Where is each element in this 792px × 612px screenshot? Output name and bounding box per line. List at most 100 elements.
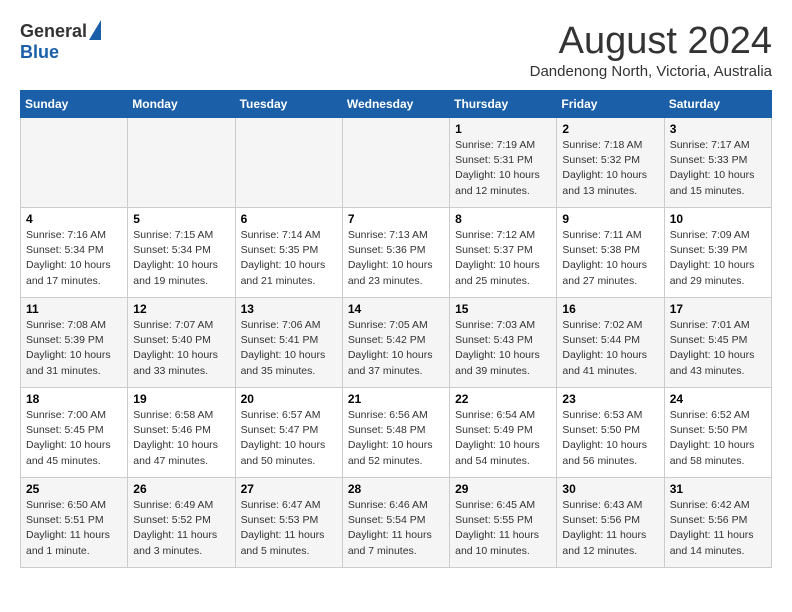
- day-number: 16: [562, 302, 658, 316]
- day-cell-7: 7 Sunrise: 7:13 AM Sunset: 5:36 PM Daylig…: [342, 208, 449, 298]
- day-number: 18: [26, 392, 122, 406]
- day-info: Sunrise: 6:43 AM Sunset: 5:56 PM Dayligh…: [562, 498, 658, 559]
- month-title: August 2024: [530, 20, 772, 63]
- day-cell-27: 27 Sunrise: 6:47 AM Sunset: 5:53 PM Dayli…: [235, 478, 342, 568]
- day-number: 14: [348, 302, 444, 316]
- header-saturday: Saturday: [664, 91, 771, 118]
- day-number: 9: [562, 212, 658, 226]
- day-number: 27: [241, 482, 337, 496]
- day-cell-13: 13 Sunrise: 7:06 AM Sunset: 5:41 PM Dayli…: [235, 298, 342, 388]
- day-info: Sunrise: 7:19 AM Sunset: 5:31 PM Dayligh…: [455, 138, 551, 199]
- header-wednesday: Wednesday: [342, 91, 449, 118]
- day-number: 22: [455, 392, 551, 406]
- day-info: Sunrise: 7:07 AM Sunset: 5:40 PM Dayligh…: [133, 318, 229, 379]
- day-cell-4: 4Sunrise: 7:16 AM Sunset: 5:34 PM Daylig…: [21, 208, 128, 298]
- day-number: 23: [562, 392, 658, 406]
- day-cell-28: 28 Sunrise: 6:46 AM Sunset: 5:54 PM Dayli…: [342, 478, 449, 568]
- day-info: Sunrise: 7:01 AM Sunset: 5:45 PM Dayligh…: [670, 318, 766, 379]
- week-row-5: 25 Sunrise: 6:50 AM Sunset: 5:51 PM Dayli…: [21, 478, 772, 568]
- day-number: 17: [670, 302, 766, 316]
- header-tuesday: Tuesday: [235, 91, 342, 118]
- day-info: Sunrise: 7:17 AM Sunset: 5:33 PM Dayligh…: [670, 138, 766, 199]
- day-cell-24: 24 Sunrise: 6:52 AM Sunset: 5:50 PM Dayli…: [664, 388, 771, 478]
- day-cell-12: 12 Sunrise: 7:07 AM Sunset: 5:40 PM Dayli…: [128, 298, 235, 388]
- logo-general: General: [20, 21, 87, 42]
- day-number: 20: [241, 392, 337, 406]
- location-subtitle: Dandenong North, Victoria, Australia: [530, 63, 772, 80]
- day-number: 12: [133, 302, 229, 316]
- day-number: 31: [670, 482, 766, 496]
- day-info: Sunrise: 7:02 AM Sunset: 5:44 PM Dayligh…: [562, 318, 658, 379]
- day-number: 25: [26, 482, 122, 496]
- day-cell-2: 2Sunrise: 7:18 AM Sunset: 5:32 PM Daylig…: [557, 118, 664, 208]
- day-info: Sunrise: 7:11 AM Sunset: 5:38 PM Dayligh…: [562, 228, 658, 289]
- day-number: 29: [455, 482, 551, 496]
- day-info: Sunrise: 7:16 AM Sunset: 5:34 PM Dayligh…: [26, 228, 122, 289]
- day-info: Sunrise: 6:58 AM Sunset: 5:46 PM Dayligh…: [133, 408, 229, 469]
- day-cell-3: 3 Sunrise: 7:17 AM Sunset: 5:33 PM Daylig…: [664, 118, 771, 208]
- day-cell-15: 15 Sunrise: 7:03 AM Sunset: 5:43 PM Dayli…: [450, 298, 557, 388]
- day-cell-14: 14 Sunrise: 7:05 AM Sunset: 5:42 PM Dayli…: [342, 298, 449, 388]
- header-monday: Monday: [128, 91, 235, 118]
- empty-cell: [128, 118, 235, 208]
- empty-cell: [235, 118, 342, 208]
- day-cell-31: 31Sunrise: 6:42 AM Sunset: 5:56 PM Dayli…: [664, 478, 771, 568]
- day-info: Sunrise: 7:08 AM Sunset: 5:39 PM Dayligh…: [26, 318, 122, 379]
- day-cell-22: 22Sunrise: 6:54 AM Sunset: 5:49 PM Dayli…: [450, 388, 557, 478]
- day-cell-25: 25 Sunrise: 6:50 AM Sunset: 5:51 PM Dayli…: [21, 478, 128, 568]
- logo: General Blue: [20, 20, 101, 63]
- day-info: Sunrise: 6:56 AM Sunset: 5:48 PM Dayligh…: [348, 408, 444, 469]
- day-cell-9: 9 Sunrise: 7:11 AM Sunset: 5:38 PM Daylig…: [557, 208, 664, 298]
- page-header: General Blue August 2024 Dandenong North…: [20, 20, 772, 80]
- day-number: 1: [455, 122, 551, 136]
- day-info: Sunrise: 7:06 AM Sunset: 5:41 PM Dayligh…: [241, 318, 337, 379]
- day-info: Sunrise: 6:50 AM Sunset: 5:51 PM Dayligh…: [26, 498, 122, 559]
- day-cell-19: 19 Sunrise: 6:58 AM Sunset: 5:46 PM Dayli…: [128, 388, 235, 478]
- day-number: 3: [670, 122, 766, 136]
- day-cell-11: 11 Sunrise: 7:08 AM Sunset: 5:39 PM Dayli…: [21, 298, 128, 388]
- day-number: 13: [241, 302, 337, 316]
- empty-cell: [21, 118, 128, 208]
- day-info: Sunrise: 7:09 AM Sunset: 5:39 PM Dayligh…: [670, 228, 766, 289]
- day-number: 21: [348, 392, 444, 406]
- day-number: 19: [133, 392, 229, 406]
- day-number: 26: [133, 482, 229, 496]
- day-number: 7: [348, 212, 444, 226]
- day-info: Sunrise: 6:49 AM Sunset: 5:52 PM Dayligh…: [133, 498, 229, 559]
- day-number: 30: [562, 482, 658, 496]
- day-info: Sunrise: 6:47 AM Sunset: 5:53 PM Dayligh…: [241, 498, 337, 559]
- day-number: 8: [455, 212, 551, 226]
- logo-blue: Blue: [20, 42, 59, 63]
- day-number: 28: [348, 482, 444, 496]
- week-row-2: 4Sunrise: 7:16 AM Sunset: 5:34 PM Daylig…: [21, 208, 772, 298]
- day-number: 11: [26, 302, 122, 316]
- day-cell-30: 30 Sunrise: 6:43 AM Sunset: 5:56 PM Dayli…: [557, 478, 664, 568]
- day-info: Sunrise: 6:45 AM Sunset: 5:55 PM Dayligh…: [455, 498, 551, 559]
- day-cell-16: 16 Sunrise: 7:02 AM Sunset: 5:44 PM Dayli…: [557, 298, 664, 388]
- day-cell-10: 10Sunrise: 7:09 AM Sunset: 5:39 PM Dayli…: [664, 208, 771, 298]
- day-cell-6: 6Sunrise: 7:14 AM Sunset: 5:35 PM Daylig…: [235, 208, 342, 298]
- day-number: 2: [562, 122, 658, 136]
- title-section: August 2024 Dandenong North, Victoria, A…: [530, 20, 772, 80]
- day-cell-29: 29 Sunrise: 6:45 AM Sunset: 5:55 PM Dayli…: [450, 478, 557, 568]
- day-number: 15: [455, 302, 551, 316]
- day-info: Sunrise: 7:05 AM Sunset: 5:42 PM Dayligh…: [348, 318, 444, 379]
- empty-cell: [342, 118, 449, 208]
- header-friday: Friday: [557, 91, 664, 118]
- day-info: Sunrise: 6:52 AM Sunset: 5:50 PM Dayligh…: [670, 408, 766, 469]
- day-info: Sunrise: 7:03 AM Sunset: 5:43 PM Dayligh…: [455, 318, 551, 379]
- day-number: 24: [670, 392, 766, 406]
- day-info: Sunrise: 6:46 AM Sunset: 5:54 PM Dayligh…: [348, 498, 444, 559]
- day-cell-20: 20 Sunrise: 6:57 AM Sunset: 5:47 PM Dayli…: [235, 388, 342, 478]
- day-cell-26: 26 Sunrise: 6:49 AM Sunset: 5:52 PM Dayli…: [128, 478, 235, 568]
- day-cell-23: 23 Sunrise: 6:53 AM Sunset: 5:50 PM Dayli…: [557, 388, 664, 478]
- header-sunday: Sunday: [21, 91, 128, 118]
- day-number: 5: [133, 212, 229, 226]
- week-row-1: 1 Sunrise: 7:19 AM Sunset: 5:31 PM Daylig…: [21, 118, 772, 208]
- day-info: Sunrise: 6:53 AM Sunset: 5:50 PM Dayligh…: [562, 408, 658, 469]
- logo-triangle-icon: [89, 20, 101, 40]
- day-info: Sunrise: 6:57 AM Sunset: 5:47 PM Dayligh…: [241, 408, 337, 469]
- day-cell-5: 5Sunrise: 7:15 AM Sunset: 5:34 PM Daylig…: [128, 208, 235, 298]
- calendar-table: SundayMondayTuesdayWednesdayThursdayFrid…: [20, 90, 772, 568]
- day-info: Sunrise: 7:13 AM Sunset: 5:36 PM Dayligh…: [348, 228, 444, 289]
